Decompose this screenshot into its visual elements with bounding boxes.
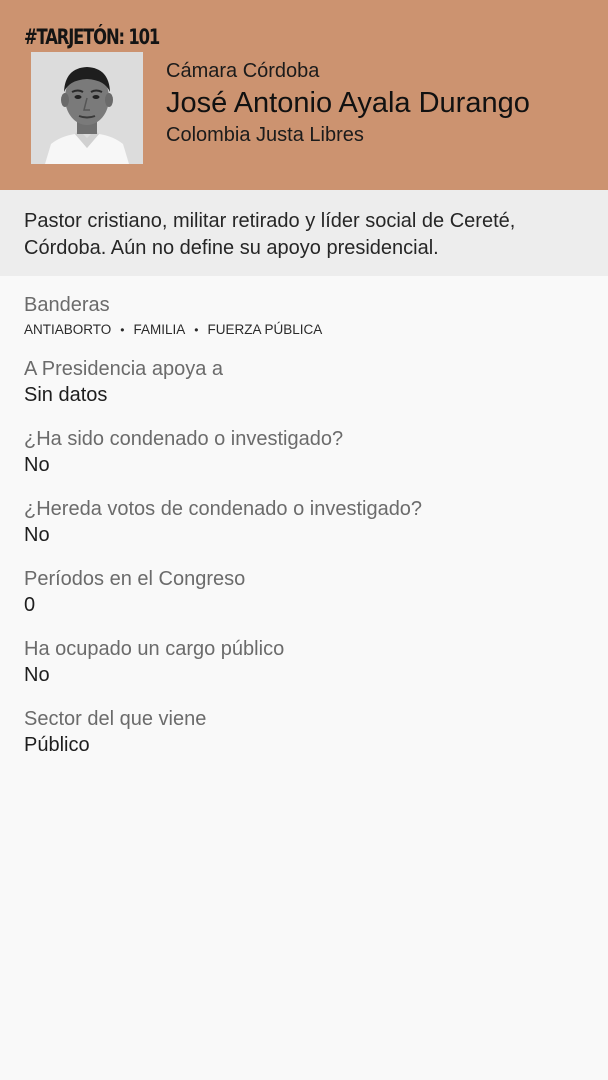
field-label: ¿Ha sido condenado o investigado? [24,428,344,450]
field-value: 0 [24,594,36,616]
field-convicted: ¿Ha sido condenado o investigado? No [24,426,584,478]
banderas-label: Banderas [24,294,110,316]
bandera-item: ANTIABORTO [24,322,112,337]
field-presidential-support: A Presidencia apoya a Sin datos [24,356,584,408]
banderas-section: Banderas ANTIABORTO • FAMILIA • FUERZA PÚBLI… [24,292,584,340]
party-name: Colombia Justa Libres [166,124,364,146]
field-inherits-votes: ¿Hereda votos de condenado o investigado… [24,496,584,548]
field-label: ¿Hereda votos de condenado o investigado… [24,498,423,520]
bandera-item: FUERZA PÚBLICA [207,322,323,337]
field-value: Público [24,734,90,756]
candidate-header: #TARJETÓN: 101 Cámara Córdoba José Anton… [0,0,608,190]
field-value: No [24,664,50,686]
field-label: Ha ocupado un cargo público [24,638,285,660]
candidate-name: José Antonio Ayala Durango [166,87,530,119]
field-label: Sector del que viene [24,708,207,730]
field-label: A Presidencia apoya a [24,358,224,380]
bullet-separator: • [120,323,125,337]
ballot-number-tag: #TARJETÓN: 101 [24,25,160,49]
field-value: No [24,454,50,476]
candidate-info: Cámara Córdoba José Antonio Ayala Durang… [166,58,530,148]
field-label: Períodos en el Congreso [24,568,246,590]
field-sector: Sector del que viene Público [24,706,584,758]
field-congress-periods: Períodos en el Congreso 0 [24,566,584,618]
candidate-bio: Pastor cristiano, militar retirado y líd… [0,190,608,276]
field-value: No [24,524,50,546]
bandera-item: FAMILIA [133,322,186,337]
field-public-office: Ha ocupado un cargo público No [24,636,584,688]
candidate-portrait-icon [31,52,143,164]
candidate-photo [31,52,143,164]
banderas-list: ANTIABORTO • FAMILIA • FUERZA PÚBLICA [24,320,584,340]
candidate-details: Banderas ANTIABORTO • FAMILIA • FUERZA PÚBLI… [0,276,608,758]
bullet-separator: • [194,323,199,337]
field-value: Sin datos [24,384,108,406]
chamber-label: Cámara Córdoba [166,60,320,82]
